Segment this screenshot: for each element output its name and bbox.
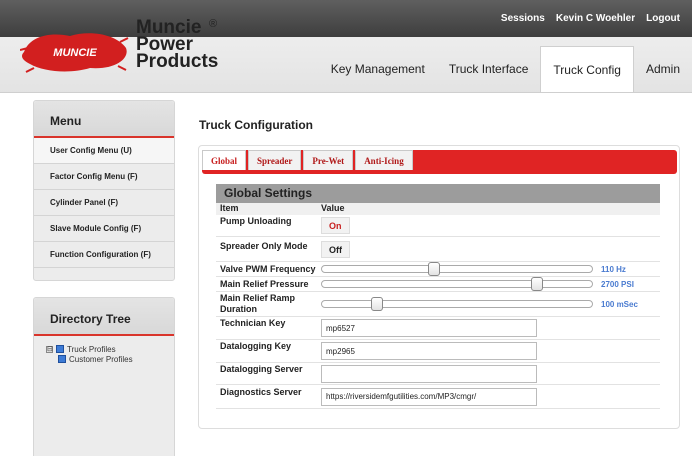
tree-label-truck-profiles[interactable]: Truck Profiles xyxy=(67,345,116,354)
datalogging-key-input[interactable] xyxy=(321,342,537,360)
menu-item-function-configuration[interactable]: Function Configuration (F) xyxy=(34,242,174,268)
menu-item-factor-config[interactable]: Factor Config Menu (F) xyxy=(34,164,174,190)
section-title: Global Settings xyxy=(216,184,660,203)
sessions-link[interactable]: Sessions xyxy=(501,13,545,24)
label-valve-pwm: Valve PWM Frequency xyxy=(220,263,316,274)
menu-item-slave-module-config[interactable]: Slave Module Config (F) xyxy=(34,216,174,242)
main-relief-pressure-value: 2700 PSI xyxy=(601,279,634,289)
label-technician-key: Technician Key xyxy=(220,318,286,328)
brand-name: Muncie Power Products ® xyxy=(136,18,219,72)
logout-link[interactable]: Logout xyxy=(646,13,680,24)
logo-splash-text: MUNCIE xyxy=(53,47,97,59)
tree-label-customer-profiles[interactable]: Customer Profiles xyxy=(69,355,133,364)
nav-tab-truck-config[interactable]: Truck Config xyxy=(540,46,634,93)
label-pump-unloading: Pump Unloading xyxy=(220,216,292,226)
row-datalogging-key: Datalogging Key xyxy=(216,340,660,363)
tab-spreader[interactable]: Spreader xyxy=(248,150,302,170)
tab-pre-wet[interactable]: Pre-Wet xyxy=(303,150,354,170)
left-column: Menu User Config Menu (U) Factor Config … xyxy=(0,93,188,456)
page-title: Truck Configuration xyxy=(199,118,313,132)
tree-node-truck-profiles[interactable]: ⊟ Truck Profiles xyxy=(46,344,174,354)
col-item: Item xyxy=(220,203,239,213)
global-settings: Global Settings Item Value Pump Unloadin… xyxy=(216,184,660,409)
directory-tree: ⊟ Truck Profiles Customer Profiles xyxy=(34,336,174,364)
top-links: Sessions Kevin C Woehler Logout xyxy=(501,13,680,24)
menu-title: Menu xyxy=(34,101,174,138)
main-content: Truck Configuration Global Spreader Pre-… xyxy=(188,93,692,456)
config-card: Global Spreader Pre-Wet Anti-Icing Globa… xyxy=(198,145,680,429)
spreader-only-toggle[interactable]: Off xyxy=(321,240,350,258)
row-ramp-duration: Main Relief Ramp Duration 100 mSec xyxy=(216,292,660,317)
collapse-icon[interactable]: ⊟ xyxy=(46,345,53,353)
config-tabs: Global Spreader Pre-Wet Anti-Icing xyxy=(202,150,413,170)
database-icon xyxy=(58,355,66,363)
ramp-duration-value: 100 mSec xyxy=(601,299,638,309)
label-ramp-duration: Main Relief Ramp Duration xyxy=(220,293,296,314)
header: Sessions Kevin C Woehler Logout MUNCIE M… xyxy=(0,0,692,93)
label-datalogging-key: Datalogging Key xyxy=(220,341,292,351)
row-datalogging-server: Datalogging Server xyxy=(216,363,660,385)
ramp-duration-handle[interactable] xyxy=(371,297,383,311)
database-icon xyxy=(56,345,64,353)
label-datalogging-server: Datalogging Server xyxy=(220,364,303,374)
directory-panel: Directory Tree ⊟ Truck Profiles Customer… xyxy=(33,297,175,456)
menu-item-cylinder-panel[interactable]: Cylinder Panel (F) xyxy=(34,190,174,216)
valve-pwm-value: 110 Hz xyxy=(601,264,626,274)
nav-tab-admin[interactable]: Admin xyxy=(634,46,692,93)
valve-pwm-slider[interactable] xyxy=(321,262,593,276)
nav-tab-key-management[interactable]: Key Management xyxy=(319,46,437,93)
registered-mark: ® xyxy=(209,18,218,30)
row-pump-unloading: Pump Unloading On xyxy=(216,215,660,237)
main-nav: Key Management Truck Interface Truck Con… xyxy=(319,46,692,93)
datalogging-server-input[interactable] xyxy=(321,364,537,383)
col-value: Value xyxy=(321,203,345,213)
technician-key-input[interactable] xyxy=(321,319,537,337)
row-valve-pwm: Valve PWM Frequency 110 Hz xyxy=(216,262,660,277)
main-relief-pressure-slider[interactable] xyxy=(321,277,593,291)
row-diagnostics-server: Diagnostics Server xyxy=(216,385,660,409)
pump-unloading-toggle[interactable]: On xyxy=(321,217,350,234)
nav-tab-truck-interface[interactable]: Truck Interface xyxy=(437,46,541,93)
user-link[interactable]: Kevin C Woehler xyxy=(556,13,635,24)
row-technician-key: Technician Key xyxy=(216,317,660,340)
tree-node-customer-profiles[interactable]: Customer Profiles xyxy=(46,354,174,364)
label-spreader-only: Spreader Only Mode xyxy=(220,241,308,251)
ramp-duration-slider[interactable] xyxy=(321,297,593,311)
valve-pwm-handle[interactable] xyxy=(428,262,440,276)
menu-panel: Menu User Config Menu (U) Factor Config … xyxy=(33,100,175,281)
brand-line-3: Products xyxy=(136,51,219,72)
main-relief-pressure-handle[interactable] xyxy=(531,277,543,291)
menu-item-user-config[interactable]: User Config Menu (U) xyxy=(34,138,174,164)
column-headers: Item Value xyxy=(216,203,660,215)
directory-title: Directory Tree xyxy=(34,298,174,336)
label-main-relief-pressure: Main Relief Pressure xyxy=(220,278,309,289)
tab-global[interactable]: Global xyxy=(202,150,247,170)
muncie-logo-splash: MUNCIE xyxy=(20,33,129,73)
tab-anti-icing[interactable]: Anti-Icing xyxy=(355,150,413,170)
row-main-relief-pressure: Main Relief Pressure 2700 PSI xyxy=(216,277,660,292)
row-spreader-only: Spreader Only Mode Off xyxy=(216,237,660,262)
diagnostics-server-input[interactable] xyxy=(321,387,537,406)
label-diagnostics-server: Diagnostics Server xyxy=(220,387,302,397)
